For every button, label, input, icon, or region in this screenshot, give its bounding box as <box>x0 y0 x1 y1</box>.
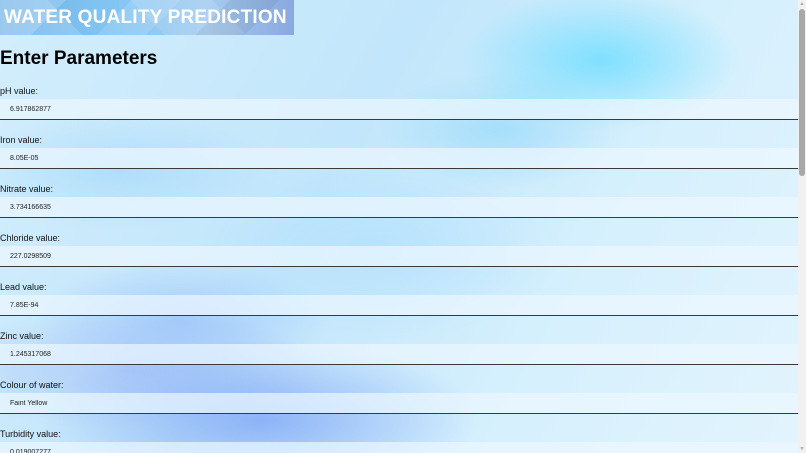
lead-input[interactable] <box>0 295 798 316</box>
field-colour: Colour of water: <box>0 377 798 426</box>
scroll-thumb[interactable] <box>799 9 805 176</box>
field-turbidity: Turbidity value: <box>0 426 798 453</box>
colour-label: Colour of water: <box>0 380 64 390</box>
nitrate-input[interactable] <box>0 197 798 218</box>
turbidity-label: Turbidity value: <box>0 429 61 439</box>
field-lead: Lead value: <box>0 279 798 328</box>
iron-input[interactable] <box>0 148 798 169</box>
vertical-scrollbar[interactable]: ▲ ▼ <box>798 0 806 453</box>
ph-input[interactable] <box>0 99 798 120</box>
zinc-input[interactable] <box>0 344 798 365</box>
field-zinc: Zinc value: <box>0 328 798 377</box>
scroll-up-arrow-icon[interactable]: ▲ <box>798 0 806 8</box>
zinc-label: Zinc value: <box>0 331 44 341</box>
scroll-down-arrow-icon[interactable]: ▼ <box>798 445 806 453</box>
field-iron: Iron value: <box>0 132 798 181</box>
page-title: Enter Parameters <box>0 48 158 69</box>
chloride-input[interactable] <box>0 246 798 267</box>
ph-label: pH value: <box>0 86 39 96</box>
field-chloride: Chloride value: <box>0 230 798 279</box>
field-nitrate: Nitrate value: <box>0 181 798 230</box>
banner-title: WATER QUALITY PREDICTION <box>4 7 287 28</box>
parameters-form: pH value: Iron value: Nitrate value: Chl… <box>0 83 798 453</box>
page-content: WATER QUALITY PREDICTION Enter Parameter… <box>0 0 798 453</box>
nitrate-label: Nitrate value: <box>0 184 54 194</box>
field-ph: pH value: <box>0 83 798 132</box>
chloride-label: Chloride value: <box>0 233 61 243</box>
turbidity-input[interactable] <box>0 442 798 453</box>
colour-input[interactable] <box>0 393 798 414</box>
iron-label: Iron value: <box>0 135 43 145</box>
header-banner: WATER QUALITY PREDICTION <box>0 0 294 35</box>
lead-label: Lead value: <box>0 282 47 292</box>
